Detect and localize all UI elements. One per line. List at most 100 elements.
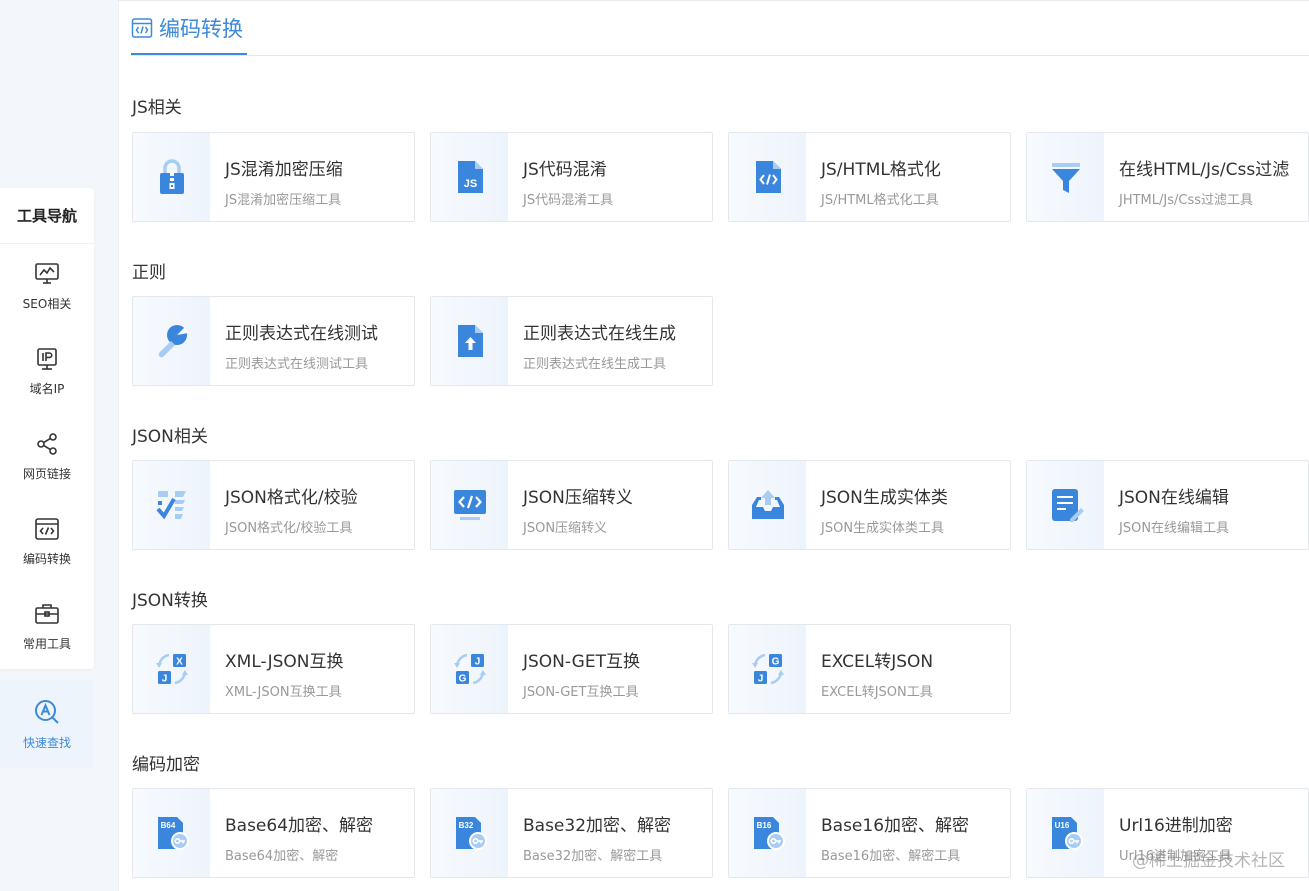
- svg-text:B16: B16: [756, 821, 771, 830]
- tool-card-base64[interactable]: B64 Base64加密、解密 Base64加密、解密: [132, 788, 415, 878]
- tool-card-regex-generate[interactable]: 正则表达式在线生成 正则表达式在线生成工具: [430, 296, 713, 386]
- svg-text:G: G: [771, 657, 779, 668]
- card-icon-wrap: JS: [431, 133, 508, 221]
- tab-encoding[interactable]: 编码转换: [131, 13, 247, 55]
- card-icon-wrap: X J: [133, 625, 210, 713]
- b64-key-icon: B64: [157, 817, 189, 850]
- nav-quick-label: 快速查找: [22, 735, 71, 750]
- b16-key-icon: B16: [753, 817, 785, 850]
- u16-key-icon: U16: [1051, 817, 1083, 850]
- code-monitor-icon: [453, 490, 486, 520]
- share-icon: [37, 433, 57, 455]
- card-title: Base16加密、解密: [821, 816, 970, 836]
- card-icon-wrap: U16: [1027, 789, 1104, 877]
- tool-card-json-entity-class[interactable]: JSON生成实体类 JSON生成实体类工具: [728, 460, 1011, 550]
- card-icon-wrap: [1027, 461, 1104, 549]
- svg-text:X: X: [176, 657, 183, 668]
- page-title: 编码转换: [159, 17, 243, 41]
- card-title: 在线HTML/Js/Css过滤: [1119, 160, 1290, 180]
- card-title: JSON格式化/校验: [225, 488, 358, 508]
- svg-text:G: G: [458, 674, 466, 685]
- card-desc: JSON压缩转义: [523, 521, 608, 536]
- card-icon-wrap: G J: [729, 625, 806, 713]
- tray-upload-icon: [751, 490, 784, 519]
- card-icon-wrap: [133, 133, 210, 221]
- section-title-js: JS相关: [132, 98, 182, 118]
- card-desc: Base32加密、解密工具: [523, 849, 663, 864]
- nav-item-web-links[interactable]: 网页链接: [0, 414, 94, 499]
- nav-item-label: 网页链接: [22, 467, 71, 481]
- svg-text:JS: JS: [463, 178, 476, 190]
- svg-text:B32: B32: [458, 821, 473, 830]
- main-content: 编码转换 JS相关 JS混淆加密压缩 JS混淆加密压缩工具 JS JS代码混淆 …: [118, 0, 1309, 891]
- left-sidebar: 工具导航 SEO相关 域名IP 网页链接 编码转换 常用工具 快速查找: [0, 0, 118, 891]
- tool-card-json-compress-escape[interactable]: JSON压缩转义 JSON压缩转义: [430, 460, 713, 550]
- svg-text:J: J: [757, 674, 763, 685]
- card-title: EXCEL转JSON: [821, 652, 934, 672]
- section-title-regex: 正则: [132, 263, 166, 283]
- section-title-json-convert: JSON转换: [132, 591, 208, 611]
- swap-jg-icon: J G: [453, 653, 486, 685]
- card-desc: Base64加密、解密: [225, 849, 339, 864]
- tool-card-js-html-format[interactable]: JS/HTML格式化 JS/HTML格式化工具: [728, 132, 1011, 222]
- card-desc: XML-JSON互换工具: [225, 685, 342, 700]
- card-icon-wrap: [431, 461, 508, 549]
- tool-card-json-online-edit[interactable]: JSON在线编辑 JSON在线编辑工具: [1026, 460, 1309, 550]
- zip-lock-icon: [159, 159, 184, 194]
- svg-text:B64: B64: [160, 821, 175, 830]
- tool-card-base16[interactable]: B16 Base16加密、解密 Base16加密、解密工具: [728, 788, 1011, 878]
- card-title: XML-JSON互换: [225, 652, 344, 672]
- check-list-icon: [155, 491, 186, 520]
- tool-card-js-obfuscate-compress[interactable]: JS混淆加密压缩 JS混淆加密压缩工具: [132, 132, 415, 222]
- nav-item-common-tools[interactable]: 常用工具: [0, 584, 94, 669]
- tool-card-excel-to-json[interactable]: G J EXCEL转JSON EXCEL转JSON工具: [728, 624, 1011, 714]
- card-title: Url16进制加密: [1119, 816, 1233, 836]
- edit-doc-icon: [1051, 489, 1084, 522]
- tool-card-js-obfuscate[interactable]: JS JS代码混淆 JS代码混淆工具: [430, 132, 713, 222]
- tool-card-html-js-css-filter[interactable]: 在线HTML/Js/Css过滤 JHTML/Js/Css过滤工具: [1026, 132, 1309, 222]
- card-desc: Base16加密、解密工具: [821, 849, 961, 864]
- card-desc: JSON生成实体类工具: [821, 521, 945, 536]
- tool-card-json-format-validate[interactable]: JSON格式化/校验 JSON格式化/校验工具: [132, 460, 415, 550]
- upload-file-icon: [457, 325, 483, 357]
- card-title: JS代码混淆: [523, 160, 607, 180]
- page-header: 编码转换: [131, 1, 1309, 56]
- card-title: Base32加密、解密: [523, 816, 672, 836]
- section-title-json: JSON相关: [132, 427, 208, 447]
- search-a-icon: [35, 699, 59, 724]
- card-desc: JSON在线编辑工具: [1119, 521, 1230, 536]
- card-icon-wrap: J G: [431, 625, 508, 713]
- card-title: 正则表达式在线测试: [225, 324, 378, 344]
- tool-card-xml-json-swap[interactable]: X J XML-JSON互换 XML-JSON互换工具: [132, 624, 415, 714]
- swap-gj-icon: G J: [751, 653, 784, 685]
- nav-item-quick-search[interactable]: 快速查找: [0, 680, 94, 768]
- nav-item-label: 域名IP: [29, 382, 65, 396]
- swap-xj-icon: X J: [155, 653, 188, 685]
- nav-item-label: 常用工具: [22, 637, 71, 651]
- toolbox-icon: [35, 604, 59, 624]
- card-desc: JSON格式化/校验工具: [225, 521, 353, 536]
- svg-text:U16: U16: [1054, 821, 1069, 830]
- filter-icon: [1051, 163, 1080, 193]
- card-desc: 正则表达式在线生成工具: [523, 357, 667, 372]
- tool-card-regex-test[interactable]: 正则表达式在线测试 正则表达式在线测试工具: [132, 296, 415, 386]
- svg-text:J: J: [161, 674, 167, 685]
- card-desc: JHTML/Js/Css过滤工具: [1119, 193, 1253, 208]
- card-desc: 正则表达式在线测试工具: [225, 357, 369, 372]
- tool-card-json-get-swap[interactable]: J G JSON-GET互换 JSON-GET互换工具: [430, 624, 713, 714]
- nav-item-domain-ip[interactable]: 域名IP: [0, 329, 94, 414]
- card-desc: JSON-GET互换工具: [523, 685, 639, 700]
- monitor-chart-icon: [35, 263, 59, 284]
- tool-nav-panel: 工具导航 SEO相关 域名IP 网页链接 编码转换 常用工具: [0, 188, 94, 669]
- nav-item-seo[interactable]: SEO相关: [0, 244, 94, 329]
- wrench-icon: [158, 325, 188, 358]
- card-title: Base64加密、解密: [225, 816, 374, 836]
- ip-icon: [37, 348, 57, 370]
- tool-card-base32[interactable]: B32 Base32加密、解密 Base32加密、解密工具: [430, 788, 713, 878]
- nav-item-encoding[interactable]: 编码转换: [0, 499, 94, 584]
- section-title-encoding-encrypt: 编码加密: [132, 755, 200, 775]
- card-desc: JS/HTML格式化工具: [821, 193, 939, 208]
- card-desc: JS混淆加密压缩工具: [225, 193, 342, 208]
- card-icon-wrap: [1027, 133, 1104, 221]
- card-icon-wrap: B16: [729, 789, 806, 877]
